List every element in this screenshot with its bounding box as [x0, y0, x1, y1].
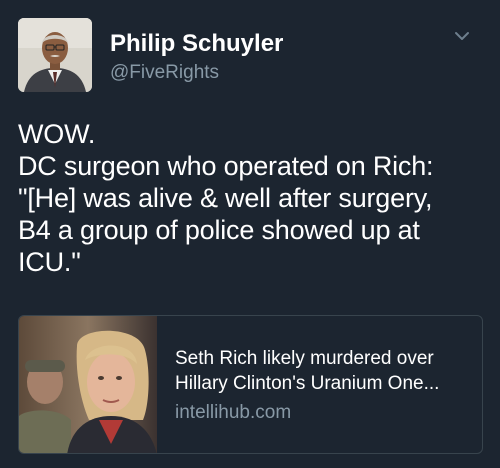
- tweet-text: WOW. DC surgeon who operated on Rich: "[…: [18, 118, 488, 278]
- author-handle[interactable]: @FiveRights: [110, 62, 219, 84]
- link-card[interactable]: Seth Rich likely murdered over Hillary C…: [18, 315, 483, 454]
- chevron-down-icon[interactable]: [452, 28, 472, 44]
- tweet: Philip Schuyler @FiveRights WOW. DC surg…: [0, 0, 500, 468]
- tweet-text-line: DC surgeon who operated on Rich:: [18, 151, 434, 181]
- link-card-image[interactable]: [19, 316, 157, 453]
- avatar[interactable]: [18, 18, 92, 92]
- tweet-text-line: B4 a group of police showed up at: [18, 215, 420, 245]
- tweet-text-line: "[He] was alive & well after surgery,: [18, 183, 433, 213]
- news-photo-icon: [19, 316, 157, 453]
- avatar-photo: [18, 18, 92, 92]
- link-card-domain: intellihub.com: [175, 402, 292, 423]
- link-card-title[interactable]: Seth Rich likely murdered over Hillary C…: [175, 346, 475, 396]
- link-card-title-line: Hillary Clinton's Uranium One...: [175, 373, 440, 394]
- link-card-title-line: Seth Rich likely murdered over: [175, 348, 434, 369]
- author-display-name[interactable]: Philip Schuyler: [110, 30, 283, 58]
- tweet-text-line: WOW.: [18, 119, 96, 149]
- tweet-text-line: ICU.": [18, 247, 81, 277]
